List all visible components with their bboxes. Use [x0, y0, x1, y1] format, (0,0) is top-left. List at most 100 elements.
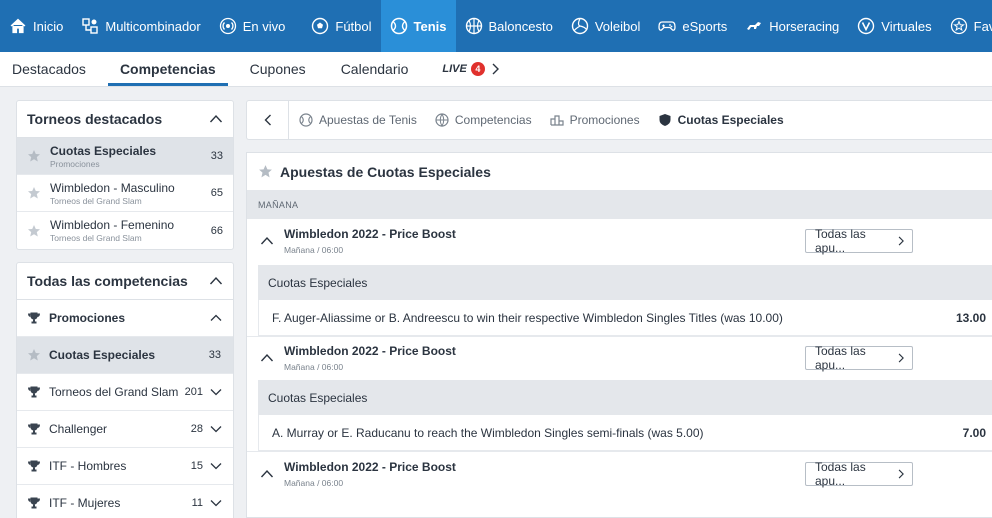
featured-item-name: Wimbledon - Femenino	[50, 218, 175, 232]
basketball-icon	[465, 17, 483, 35]
star-icon[interactable]	[258, 164, 273, 179]
nav-virtuales[interactable]: Virtuales	[848, 0, 940, 52]
competition-label: Cuotas Especiales	[49, 348, 156, 362]
featured-item-cuotas-especiales[interactable]: Cuotas Especiales Promociones 33	[17, 138, 233, 175]
event-name: Wimbledon 2022 - Price Boost	[284, 227, 456, 241]
competition-itf-mujeres[interactable]: ITF - Mujeres 11	[17, 485, 233, 518]
page-title: Apuestas de Cuotas Especiales	[247, 153, 992, 190]
nav-horseracing[interactable]: Horseracing	[736, 0, 848, 52]
chevron-up-icon[interactable]	[209, 274, 223, 288]
chevron-up-icon[interactable]	[260, 467, 274, 481]
chevron-up-icon	[209, 311, 223, 325]
competition-promociones[interactable]: Promociones	[17, 300, 233, 337]
main-content: Apuestas de Cuotas Especiales MAÑANA Wim…	[246, 152, 992, 518]
featured-item-wimbledon-femenino[interactable]: Wimbledon - Femenino Torneos del Grand Sl…	[17, 212, 233, 249]
breadcrumb: Apuestas de Tenis Competencias Promocion…	[246, 100, 992, 140]
tab-destacados[interactable]: Destacados	[12, 52, 86, 86]
chevron-up-icon[interactable]	[209, 112, 223, 126]
star-icon[interactable]	[27, 348, 41, 362]
globe-icon	[435, 113, 449, 127]
day-header: MAÑANA	[247, 190, 992, 219]
home-icon	[9, 17, 27, 35]
virtual-v-icon	[857, 17, 875, 35]
breadcrumb-competencias[interactable]: Competencias	[435, 113, 532, 127]
nav-multicombinador[interactable]: Multicombinador	[72, 0, 209, 52]
selection-label: F. Auger-Aliassime or B. Andreescu to wi…	[272, 310, 783, 325]
nav-tenis-label: Tenis	[413, 18, 447, 34]
star-icon[interactable]	[27, 149, 41, 163]
chevron-right-icon	[898, 469, 904, 479]
chevron-right-icon	[488, 62, 502, 76]
shield-icon	[658, 113, 672, 127]
chevron-down-icon	[209, 422, 223, 436]
live-indicator: LIVE 4	[442, 62, 501, 76]
featured-item-sub: Torneos del Grand Slam	[50, 233, 142, 243]
odds-value[interactable]: 7.00	[963, 426, 986, 440]
nav-favoritos[interactable]: Favoritos	[941, 0, 992, 52]
featured-tournaments-panel: Torneos destacados Cuotas Especiales Prom…	[16, 100, 234, 250]
live-count-badge: 4	[470, 62, 485, 76]
nav-en-vivo-label: En vivo	[242, 18, 286, 34]
breadcrumb-promociones[interactable]: Promociones	[549, 113, 640, 127]
trophy-icon	[28, 497, 40, 509]
odds-value[interactable]: 13.00	[956, 311, 986, 325]
competition-challenger[interactable]: Challenger 28	[17, 411, 233, 448]
tab-calendario[interactable]: Calendario	[341, 52, 409, 86]
competition-label: Promociones	[49, 311, 126, 325]
star-icon[interactable]	[27, 186, 41, 200]
back-button[interactable]	[247, 100, 289, 140]
event-row: Wimbledon 2022 - Price Boost Mañana / 06…	[247, 452, 992, 498]
tab-competencias[interactable]: Competencias	[107, 52, 228, 86]
competition-itf-hombres[interactable]: ITF - Hombres 15	[17, 448, 233, 485]
nav-inicio[interactable]: Inicio	[0, 0, 72, 52]
top-navigation: Inicio Multicombinador En vivo Fútbol Te…	[0, 0, 992, 52]
chevron-down-icon	[209, 459, 223, 473]
event-name: Wimbledon 2022 - Price Boost	[284, 460, 456, 474]
featured-item-wimbledon-masculino[interactable]: Wimbledon - Masculino Torneos del Grand S…	[17, 175, 233, 212]
trophy-icon	[28, 460, 40, 472]
competition-grand-slam[interactable]: Torneos del Grand Slam 201	[17, 374, 233, 411]
tab-calendario-label: Calendario	[340, 61, 409, 77]
selection-row[interactable]: F. Auger-Aliassime or B. Andreescu to wi…	[258, 300, 992, 336]
nav-voleibol[interactable]: Voleibol	[562, 0, 650, 52]
tab-live[interactable]: LIVE 4	[442, 52, 501, 86]
breadcrumb-cuotas-especiales[interactable]: Cuotas Especiales	[658, 113, 784, 127]
competition-label: Torneos del Grand Slam	[49, 385, 179, 399]
event-time: Mañana / 06:00	[284, 478, 344, 488]
nav-esports[interactable]: eSports	[649, 0, 736, 52]
breadcrumb-label: Apuestas de Tenis	[319, 113, 417, 127]
all-markets-button[interactable]: Todas las apu...	[805, 460, 913, 488]
competitions-header[interactable]: Todas las competencias	[17, 263, 233, 300]
nav-tenis[interactable]: Tenis	[380, 0, 456, 52]
soccer-ball-icon	[311, 17, 329, 35]
breadcrumb-apuestas-tenis[interactable]: Apuestas de Tenis	[299, 113, 417, 127]
nav-en-vivo[interactable]: En vivo	[210, 0, 295, 52]
competition-count: 201	[184, 386, 203, 398]
market-header: Cuotas Especiales	[258, 265, 992, 300]
star-icon[interactable]	[27, 224, 41, 238]
all-markets-button[interactable]: Todas las apu...	[805, 344, 913, 372]
all-markets-button[interactable]: Todas las apu...	[805, 227, 913, 255]
nav-favoritos-label: Favoritos	[973, 18, 992, 34]
all-markets-label: Todas las apu...	[815, 344, 866, 372]
tennis-ball-icon	[390, 17, 408, 35]
nav-futbol[interactable]: Fútbol	[302, 0, 380, 52]
event-name: Wimbledon 2022 - Price Boost	[284, 344, 456, 358]
tab-cupones[interactable]: Cupones	[250, 52, 306, 86]
horse-icon	[745, 17, 763, 35]
featured-header[interactable]: Torneos destacados	[17, 101, 233, 138]
featured-item-sub: Promociones	[50, 158, 100, 169]
chevron-down-icon	[209, 496, 223, 510]
nav-inicio-label: Inicio	[33, 18, 64, 34]
featured-item-count: 65	[210, 187, 223, 199]
tab-cupones-label: Cupones	[249, 61, 306, 77]
nav-baloncesto[interactable]: Baloncesto	[456, 0, 562, 52]
selection-label: A. Murray or E. Raducanu to reach the Wi…	[272, 425, 704, 440]
tennis-ball-icon	[299, 113, 313, 127]
selection-row[interactable]: A. Murray or E. Raducanu to reach the Wi…	[258, 415, 992, 451]
chevron-up-icon[interactable]	[260, 351, 274, 365]
featured-title: Torneos destacados	[27, 111, 163, 127]
chevron-up-icon[interactable]	[260, 234, 274, 248]
competition-cuotas-especiales[interactable]: Cuotas Especiales 33	[17, 337, 233, 374]
breadcrumb-label: Cuotas Especiales	[677, 113, 784, 127]
